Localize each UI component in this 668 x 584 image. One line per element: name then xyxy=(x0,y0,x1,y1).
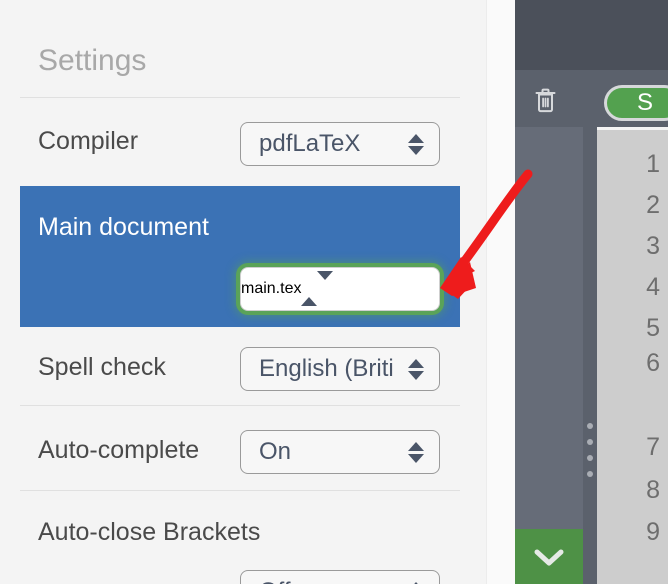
line-number: 3 xyxy=(646,232,660,260)
app-screenshot: Settings Compiler pdfLaTeX Main document… xyxy=(0,0,668,584)
setting-label-spell-check: Spell check xyxy=(38,353,166,381)
setting-row-main-document[interactable]: Main document main.tex xyxy=(20,186,460,327)
spell-check-select[interactable]: English (Briti xyxy=(240,347,440,391)
recompile-button[interactable]: S xyxy=(604,85,668,121)
trash-icon[interactable] xyxy=(533,87,558,113)
editor-side-column xyxy=(515,127,583,584)
line-number: 8 xyxy=(646,476,660,504)
auto-close-brackets-select[interactable]: Off xyxy=(240,570,440,584)
divider-middle xyxy=(20,405,460,406)
line-number: 9 xyxy=(646,518,660,546)
page-title: Settings xyxy=(38,44,147,77)
line-number: 2 xyxy=(646,191,660,219)
line-number: 5 xyxy=(646,314,660,342)
line-number: 4 xyxy=(646,273,660,301)
handle-dot xyxy=(587,423,593,429)
settings-scrollbar[interactable] xyxy=(492,0,510,584)
compiler-select[interactable]: pdfLaTeX xyxy=(240,122,440,166)
handle-dot xyxy=(587,471,593,477)
chevron-down-icon xyxy=(534,549,564,565)
recompile-button-label: S xyxy=(637,89,654,116)
line-number: 6 xyxy=(646,349,660,377)
spinner-arrows-icon xyxy=(401,133,431,155)
setting-label-main-document: Main document xyxy=(38,213,209,241)
editor-header-bar xyxy=(515,0,668,70)
line-number: 1 xyxy=(646,150,660,178)
panel-drag-handle[interactable] xyxy=(583,127,597,584)
setting-label-auto-complete: Auto-complete xyxy=(38,436,200,464)
divider-bottom xyxy=(20,490,460,491)
divider-top xyxy=(20,97,460,98)
spinner-arrows-icon xyxy=(301,271,334,306)
main-document-select-value: main.tex xyxy=(241,280,302,297)
setting-label-auto-close-brackets: Auto-close Brackets xyxy=(38,518,261,546)
compiler-select-value: pdfLaTeX xyxy=(259,130,361,157)
spell-check-select-value: English (Briti xyxy=(259,355,394,382)
handle-dot xyxy=(587,439,593,445)
expand-button[interactable] xyxy=(515,529,583,584)
line-number: 7 xyxy=(646,433,660,461)
main-document-select[interactable]: main.tex xyxy=(240,267,440,311)
setting-label-compiler: Compiler xyxy=(38,127,139,155)
auto-complete-select[interactable]: On xyxy=(240,430,440,474)
editor-line-number-gutter: 1 2 3 4 5 6 7 8 9 xyxy=(597,130,668,584)
settings-panel: Settings Compiler pdfLaTeX Main document… xyxy=(0,0,486,584)
auto-close-brackets-select-value: Off xyxy=(241,578,401,584)
auto-complete-select-value: On xyxy=(259,438,292,465)
spinner-arrows-icon xyxy=(401,441,431,463)
spinner-arrows-icon xyxy=(401,358,431,380)
handle-dot xyxy=(587,455,593,461)
